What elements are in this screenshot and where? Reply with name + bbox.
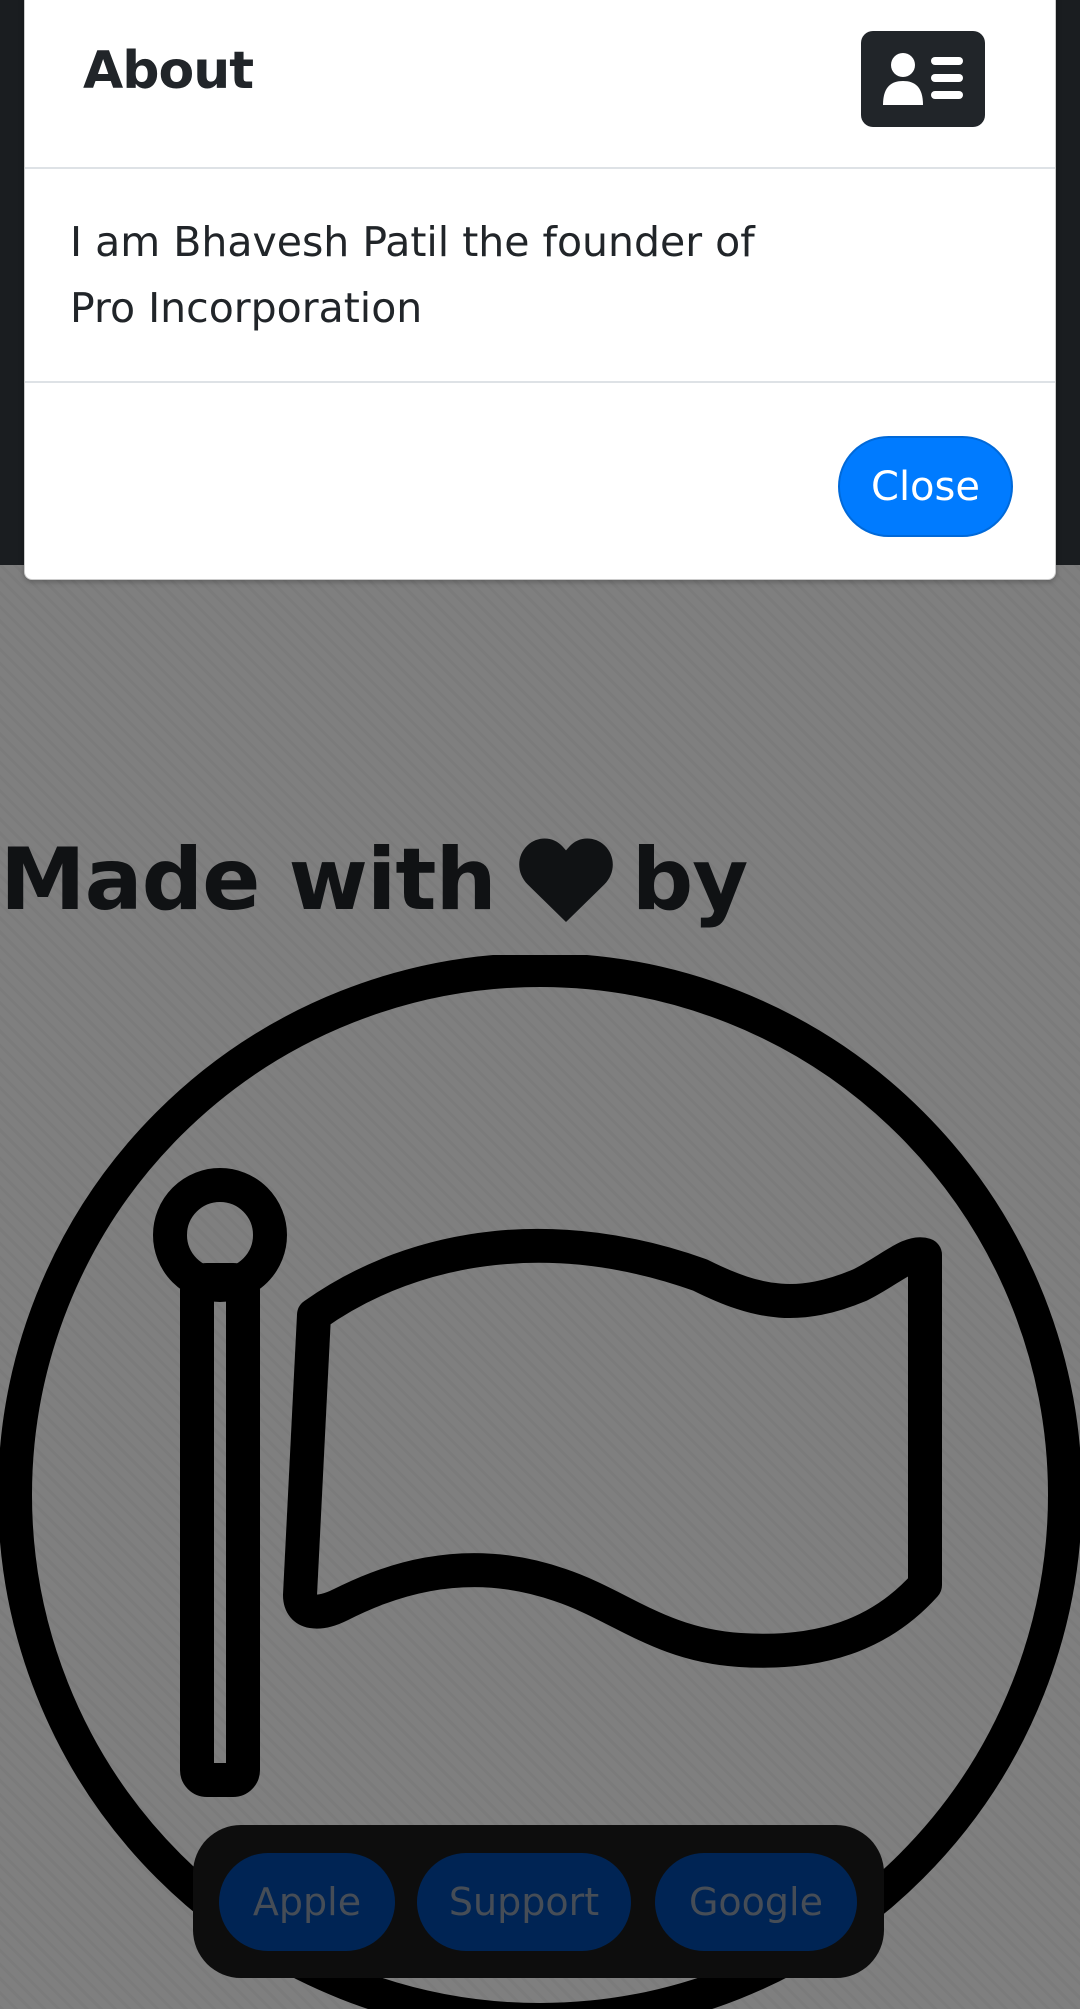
about-modal: About I am Bhavesh Patil the founder of … <box>24 0 1056 580</box>
close-button[interactable]: Close <box>838 436 1013 537</box>
modal-body: I am Bhavesh Patil the founder of Pro In… <box>25 169 1055 383</box>
modal-title: About <box>83 41 254 101</box>
address-card-icon[interactable] <box>861 31 985 127</box>
modal-header: About <box>25 0 1055 169</box>
modal-body-text: I am Bhavesh Patil the founder of Pro In… <box>70 218 755 332</box>
